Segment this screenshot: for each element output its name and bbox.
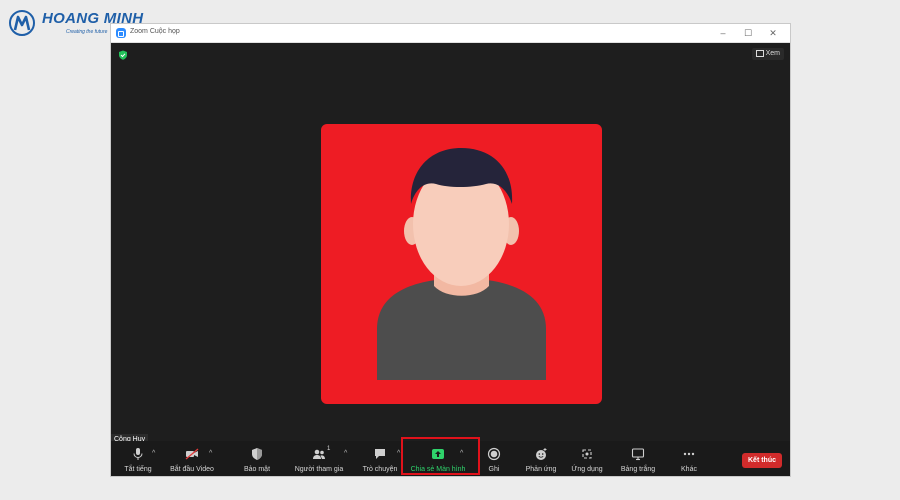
minimize-icon[interactable]: – <box>716 26 730 40</box>
record-button[interactable]: Ghi <box>483 441 505 476</box>
view-button[interactable]: Xem <box>751 48 784 60</box>
whiteboard-button[interactable]: Bảng trắng <box>616 441 660 476</box>
brand-logo: HOANG MINH Creating the future <box>8 8 143 38</box>
participants-button[interactable]: Người tham gia <box>291 441 347 476</box>
video-options-chevron-up-icon[interactable]: ^ <box>209 450 212 457</box>
security-button[interactable]: Bảo mật <box>237 441 277 476</box>
apps-button[interactable]: Ứng dụng <box>565 441 609 476</box>
end-meeting-button[interactable]: Kết thúc <box>742 453 782 468</box>
mute-options-chevron-up-icon[interactable]: ^ <box>152 450 155 457</box>
zoom-app-icon <box>116 28 126 38</box>
more-dots-icon <box>683 452 695 456</box>
maximize-icon[interactable]: ☐ <box>741 26 755 40</box>
meeting-stage: Xem Công Huy <box>111 43 790 445</box>
share-screen-highlight-box <box>401 437 480 475</box>
grid-view-icon <box>755 49 764 57</box>
close-icon[interactable]: ✕ <box>766 26 780 40</box>
apps-icon <box>582 449 592 459</box>
record-icon <box>487 447 501 461</box>
video-off-icon <box>185 448 199 460</box>
zoom-meeting-window: Zoom Cuộc họp – ☐ ✕ Xem Công Huy Tắt tiế… <box>111 24 790 476</box>
security-shield-icon <box>252 448 262 460</box>
chat-icon <box>375 449 385 459</box>
reactions-button[interactable]: Phản ứng <box>521 441 561 476</box>
avatar-placeholder <box>377 148 546 380</box>
start-video-button[interactable]: Bắt đầu Video <box>167 441 217 476</box>
brand-tagline: Creating the future <box>66 29 108 35</box>
participants-options-chevron-up-icon[interactable]: ^ <box>344 450 347 457</box>
window-title: Zoom Cuộc họp <box>130 28 180 35</box>
microphone-icon <box>133 448 143 460</box>
participants-icon <box>313 449 325 459</box>
participants-count-badge: 1 <box>327 446 331 452</box>
mute-button[interactable]: Tắt tiếng <box>119 441 157 476</box>
reaction-smiley-icon <box>536 448 547 460</box>
title-bar[interactable]: Zoom Cuộc họp – ☐ ✕ <box>111 24 790 43</box>
hoang-minh-logo-icon <box>9 10 35 36</box>
whiteboard-icon <box>631 448 645 461</box>
more-button[interactable]: Khác <box>673 441 705 476</box>
chat-button[interactable]: Trò chuyện <box>359 441 401 476</box>
chat-options-chevron-up-icon[interactable]: ^ <box>397 450 400 457</box>
encryption-shield-icon[interactable] <box>118 50 128 60</box>
participant-video-tile <box>321 124 602 404</box>
